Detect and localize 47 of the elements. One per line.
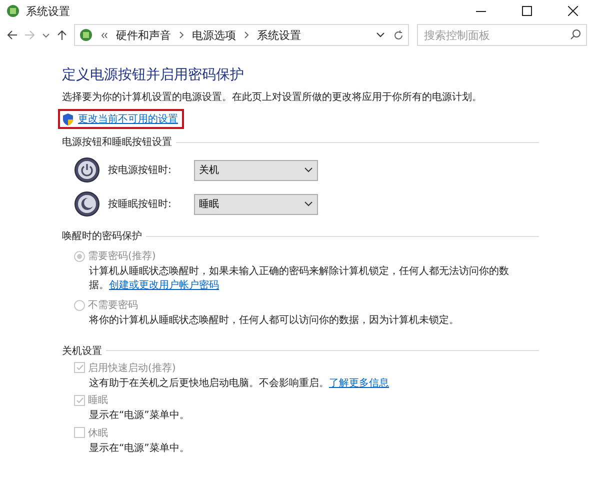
control-panel-icon bbox=[79, 28, 93, 42]
section-title: 关机设置 bbox=[62, 344, 102, 358]
minimize-icon bbox=[476, 10, 486, 12]
option-description: 计算机从睡眠状态唤醒时，如果未输入正确的密码来解除计算机锁定，任何人都无法访问你的数据。创建或更改用户帐户密码 bbox=[88, 265, 510, 292]
up-arrow-icon[interactable] bbox=[56, 29, 68, 41]
option-description: 将你的计算机从睡眠状态唤醒时，任何人都可以访问你的数据，因为计算机未锁定。 bbox=[88, 314, 460, 328]
option-label: 睡眠 bbox=[88, 394, 108, 407]
moon-icon bbox=[74, 191, 100, 217]
change-settings-link[interactable]: 更改当前不可用的设置 bbox=[58, 109, 184, 129]
power-icon bbox=[74, 157, 100, 183]
option-label: 休眠 bbox=[88, 426, 108, 440]
chevron-down-icon bbox=[376, 32, 385, 38]
window-title: 系统设置 bbox=[26, 4, 71, 18]
option-label: 启用快速启动(推荐) bbox=[88, 362, 176, 374]
section-title: 唤醒时的密码保护 bbox=[62, 230, 142, 243]
refresh-icon[interactable] bbox=[393, 30, 404, 40]
field-label: 按睡眠按钮时: bbox=[108, 198, 172, 211]
option-label: 不需要密码 bbox=[88, 298, 138, 312]
maximize-icon bbox=[522, 6, 532, 16]
check-icon bbox=[76, 396, 84, 404]
action-dropdown[interactable]: 关机 bbox=[194, 160, 318, 180]
page-heading: 定义电源按钮并启用密码保护 bbox=[62, 66, 245, 84]
section-title: 电源按钮和睡眠按钮设置 bbox=[62, 136, 172, 149]
address-bar[interactable]: 硬件和声音 电源选项 系统设置 bbox=[74, 24, 409, 46]
breadcrumb-item[interactable]: 电源选项 bbox=[192, 28, 236, 42]
double-chevron-icon bbox=[101, 32, 108, 38]
chevron-right-icon bbox=[179, 31, 184, 39]
chevron-right-icon bbox=[244, 31, 249, 39]
chevron-down-icon bbox=[304, 167, 313, 173]
control-panel-icon bbox=[6, 4, 20, 18]
breadcrumb-item[interactable]: 硬件和声音 bbox=[116, 28, 171, 42]
search-field[interactable]: 搜索控制面板 bbox=[417, 24, 587, 46]
chevron-down-icon bbox=[304, 201, 313, 207]
breadcrumb-item[interactable]: 系统设置 bbox=[257, 28, 301, 42]
option-label: 需要密码(推荐) bbox=[88, 250, 156, 263]
field-label: 按电源按钮时: bbox=[108, 164, 172, 177]
option-description: 显示在“电源”菜单中。 bbox=[88, 409, 190, 422]
search-icon bbox=[570, 29, 581, 40]
back-arrow-icon[interactable] bbox=[6, 29, 18, 41]
option-description: 这有助于在关机之后更快地启动电脑。不会影响重启。了解更多信息 bbox=[88, 376, 390, 390]
option-description: 显示在“电源”菜单中。 bbox=[88, 442, 190, 455]
page-description: 选择要为你的计算机设置的电源设置。在此页上对设置所做的更改将应用于你所有的电源计划。 bbox=[62, 90, 483, 104]
forward-arrow-icon[interactable] bbox=[24, 29, 36, 41]
close-icon bbox=[568, 6, 578, 16]
action-dropdown[interactable]: 睡眠 bbox=[194, 194, 318, 214]
shield-icon bbox=[62, 112, 74, 126]
check-icon bbox=[76, 364, 84, 371]
